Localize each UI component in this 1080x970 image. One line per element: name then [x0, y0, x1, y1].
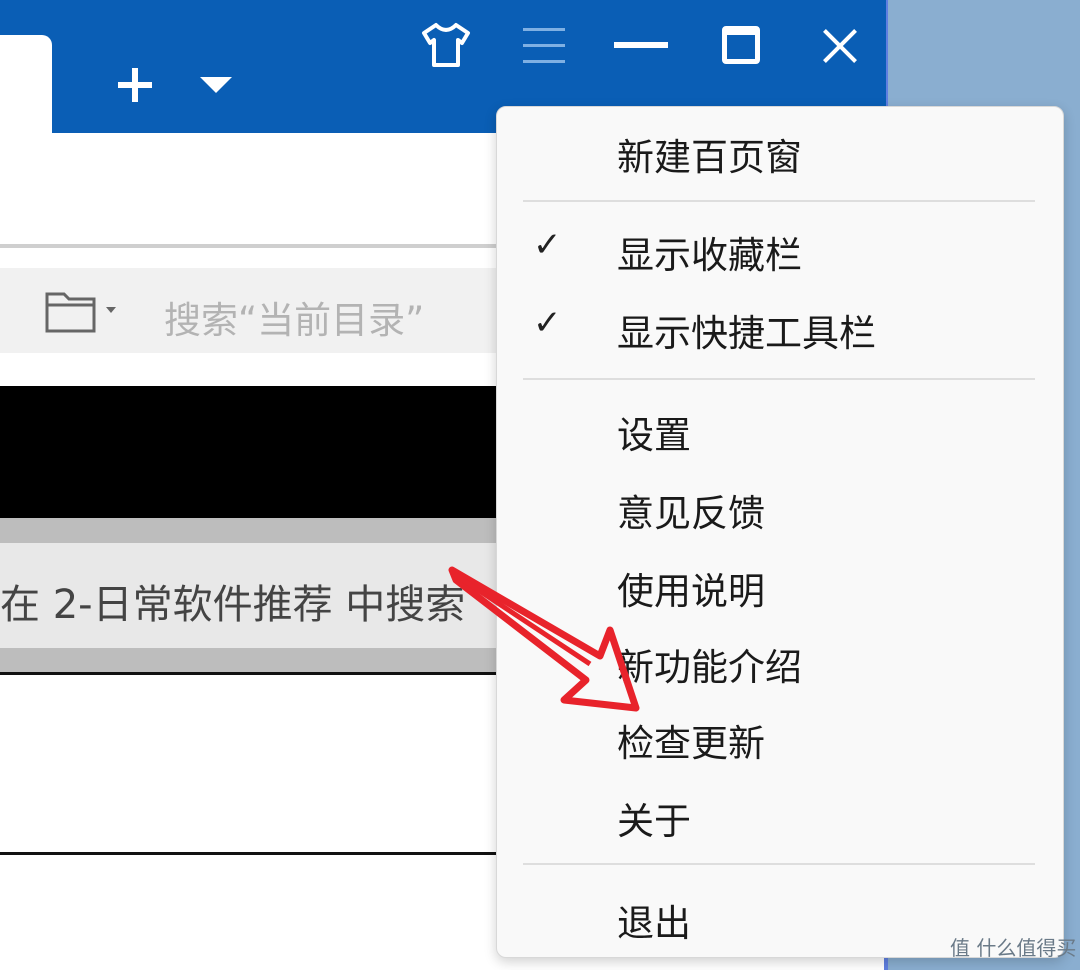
- skin-button[interactable]: [418, 18, 474, 72]
- menu-item-new-window[interactable]: 新建百页窗: [497, 117, 1063, 187]
- search-hint-text: 在 2-日常软件推荐 中搜索: [0, 582, 466, 628]
- check-icon: ✓: [533, 303, 562, 343]
- menu-item-label: 新建百页窗: [617, 136, 802, 179]
- red-arrow-annotation: [448, 566, 640, 712]
- menu-item-feedback[interactable]: 意见反馈: [497, 473, 1063, 543]
- new-tab-button[interactable]: [110, 60, 160, 110]
- menu-separator: [523, 200, 1035, 202]
- active-tab[interactable]: [0, 35, 52, 133]
- menu-item-settings[interactable]: 设置: [497, 395, 1063, 465]
- divider: [0, 244, 500, 248]
- folder-dropdown-button[interactable]: [44, 288, 124, 334]
- menu-item-about[interactable]: 关于: [497, 781, 1063, 851]
- menu-item-label: 关于: [617, 800, 691, 843]
- watermark: 值 什么值得买: [950, 936, 1077, 960]
- menu-item-label: 意见反馈: [617, 492, 765, 535]
- menu-item-label: 显示收藏栏: [617, 234, 802, 277]
- menu-item-label: 设置: [617, 414, 691, 457]
- menu-item-show-quick-toolbar[interactable]: ✓ 显示快捷工具栏: [497, 293, 1063, 363]
- menu-item-label: 退出: [617, 902, 691, 945]
- menu-separator: [523, 378, 1035, 380]
- hamburger-icon: [523, 28, 565, 63]
- divider: [0, 852, 500, 855]
- maximize-button[interactable]: [714, 18, 768, 72]
- check-icon: ✓: [533, 225, 562, 265]
- close-button[interactable]: [812, 18, 868, 74]
- folder-icon: [45, 292, 116, 333]
- minimize-button[interactable]: [612, 20, 670, 70]
- divider: [0, 672, 500, 675]
- search-input[interactable]: 搜索“当前目录”: [164, 290, 424, 344]
- context-menu: 新建百页窗 ✓ 显示收藏栏 ✓ 显示快捷工具栏 设置 意见反馈 使用说明 新功能…: [496, 106, 1064, 958]
- menu-separator: [523, 863, 1035, 865]
- menu-item-show-favorites[interactable]: ✓ 显示收藏栏: [497, 215, 1063, 285]
- tab-dropdown-button[interactable]: [196, 70, 236, 100]
- shirt-icon: [422, 23, 470, 67]
- content-header: [0, 386, 500, 518]
- menu-item-label: 显示快捷工具栏: [617, 312, 876, 355]
- main-menu-button[interactable]: [518, 20, 570, 70]
